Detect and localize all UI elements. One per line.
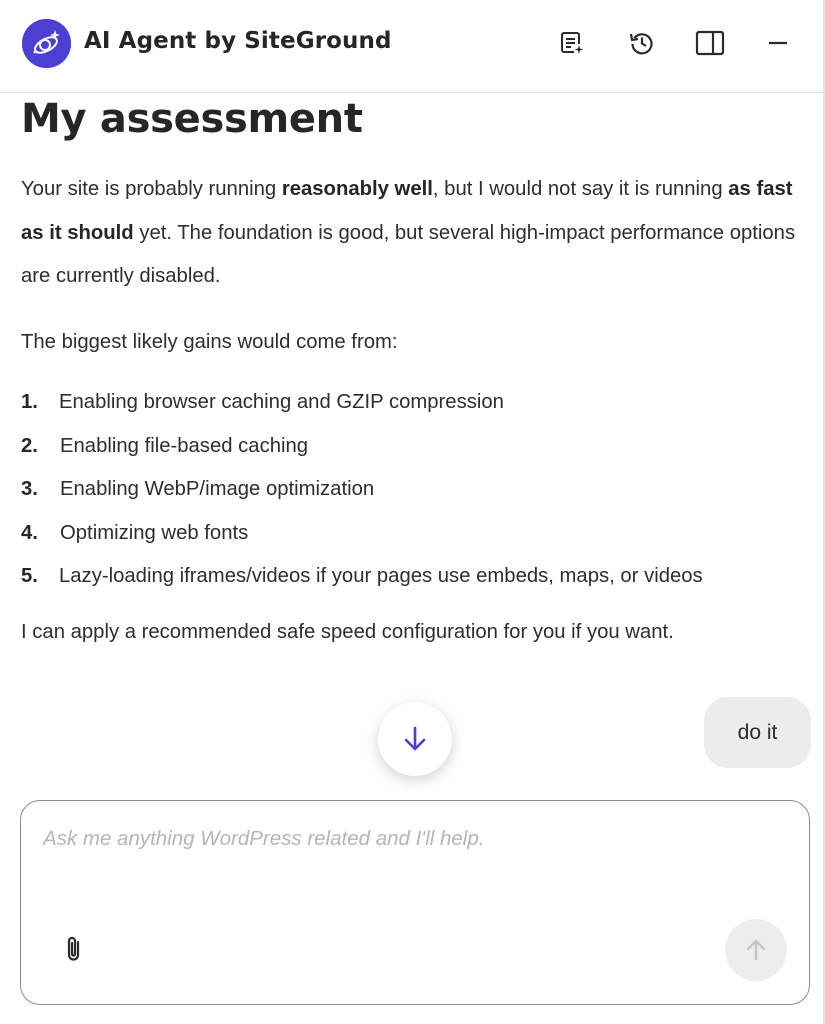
- paperclip-icon: [67, 936, 80, 961]
- send-button[interactable]: [725, 919, 787, 981]
- list-item: 3. Enabling WebP/image optimization: [21, 478, 375, 500]
- new-chat-button[interactable]: [555, 26, 589, 60]
- arrow-down-icon: [404, 726, 426, 751]
- history-icon: [629, 33, 653, 55]
- panel-header: AI Agent by SiteGround: [0, 0, 825, 93]
- attach-file-button[interactable]: [59, 931, 89, 967]
- scroll-to-bottom-button[interactable]: [378, 702, 452, 776]
- panel-layout-icon: [695, 30, 725, 56]
- assessment-heading: My assessment: [21, 96, 363, 142]
- app-title: AI Agent by SiteGround: [84, 28, 392, 54]
- new-chat-icon: [561, 32, 584, 54]
- list-item: 5. Lazy-loading iframes/videos if your pa…: [21, 565, 703, 587]
- minimize-icon: [769, 41, 787, 45]
- minimize-button[interactable]: [761, 26, 795, 60]
- message-composer: [20, 800, 810, 1005]
- siteground-ai-logo-icon: [22, 19, 71, 68]
- offer-paragraph: I can apply a recommended safe speed con…: [21, 621, 674, 643]
- toggle-panel-layout-button[interactable]: [693, 26, 727, 60]
- ai-agent-panel: AI Agent by SiteGround My assessment You…: [0, 0, 825, 1024]
- history-button[interactable]: [625, 26, 659, 60]
- message-input[interactable]: [43, 827, 783, 851]
- list-item: 2. Enabling file-based caching: [21, 434, 309, 457]
- arrow-up-icon: [746, 939, 766, 961]
- list-item: 1. Enabling browser caching and GZIP comp…: [21, 391, 504, 413]
- user-message-bubble: do it: [704, 697, 811, 768]
- assessment-paragraph: Your site is probably running reasonably…: [21, 178, 796, 287]
- gains-list: 1. Enabling browser caching and GZIP comp…: [21, 381, 821, 599]
- gains-intro: The biggest likely gains would come from…: [21, 331, 398, 353]
- list-item: 4. Optimizing web fonts: [21, 521, 249, 544]
